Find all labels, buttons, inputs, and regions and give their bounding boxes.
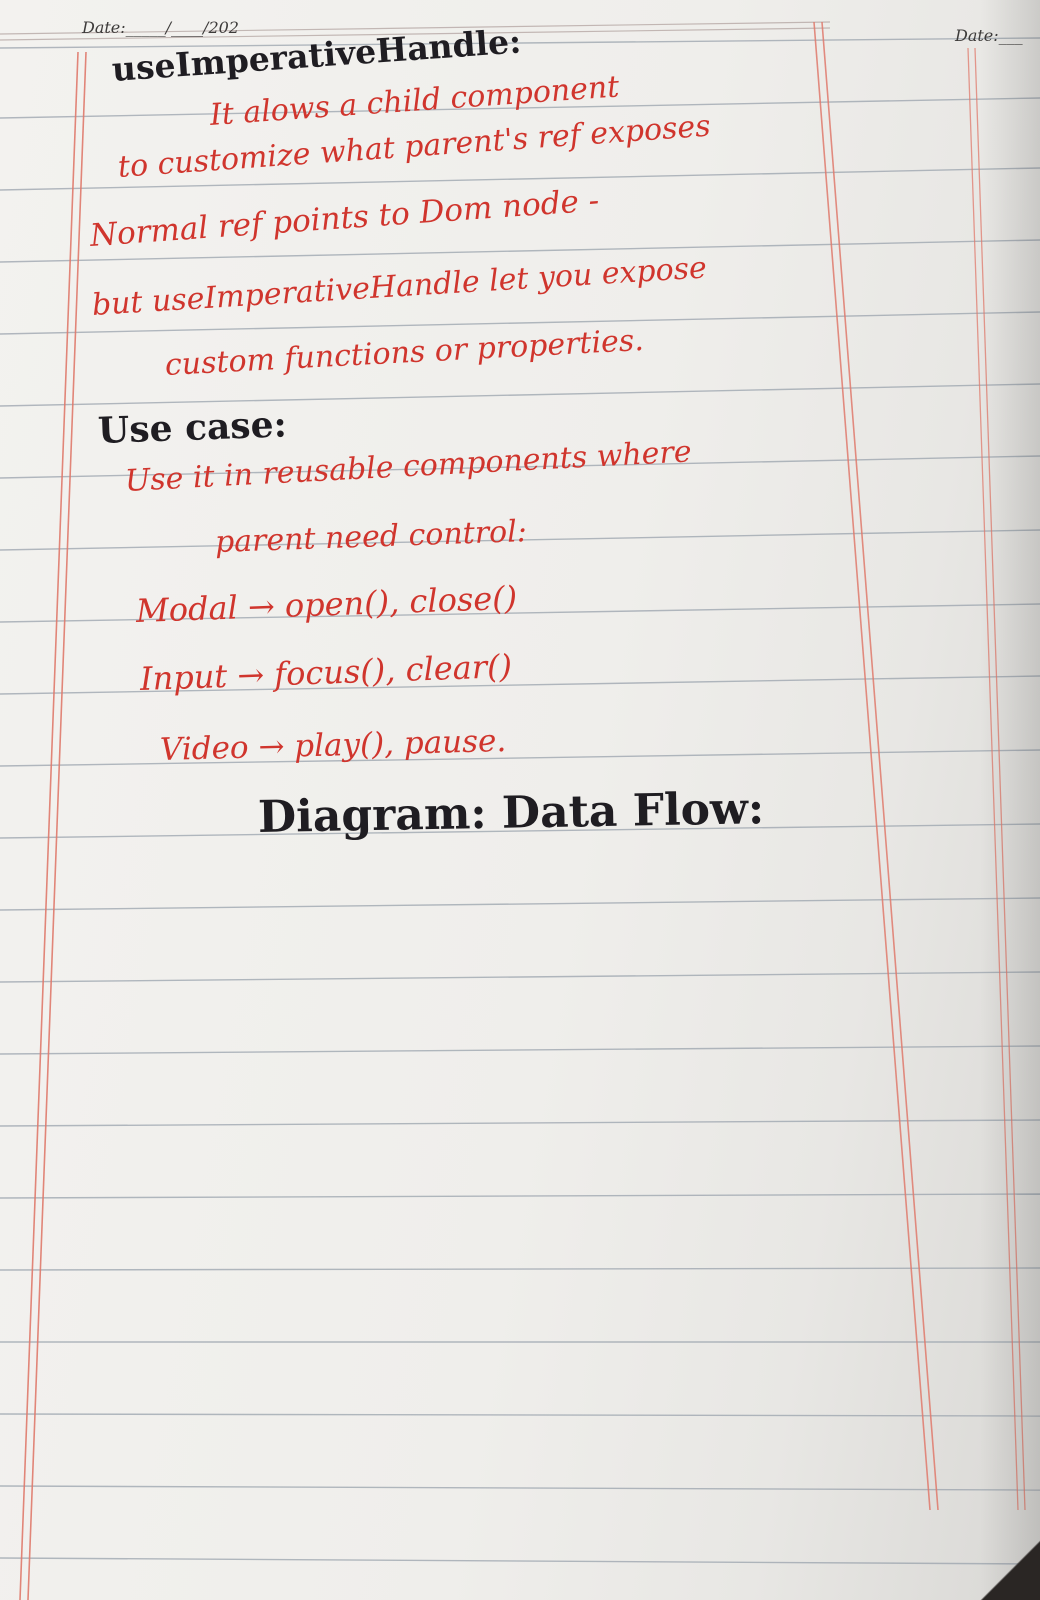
- date-field-left: Date:_____/____/202: [82, 18, 239, 37]
- page-edge-shadow: [980, 0, 1040, 1600]
- diagram-heading: Diagram: Data Flow:: [257, 783, 765, 843]
- notebook-page: Date:_____/____/202 Date:___ useImperati…: [0, 0, 1040, 1600]
- page-corner: [980, 1540, 1040, 1600]
- use-case-heading: Use case:: [97, 403, 288, 452]
